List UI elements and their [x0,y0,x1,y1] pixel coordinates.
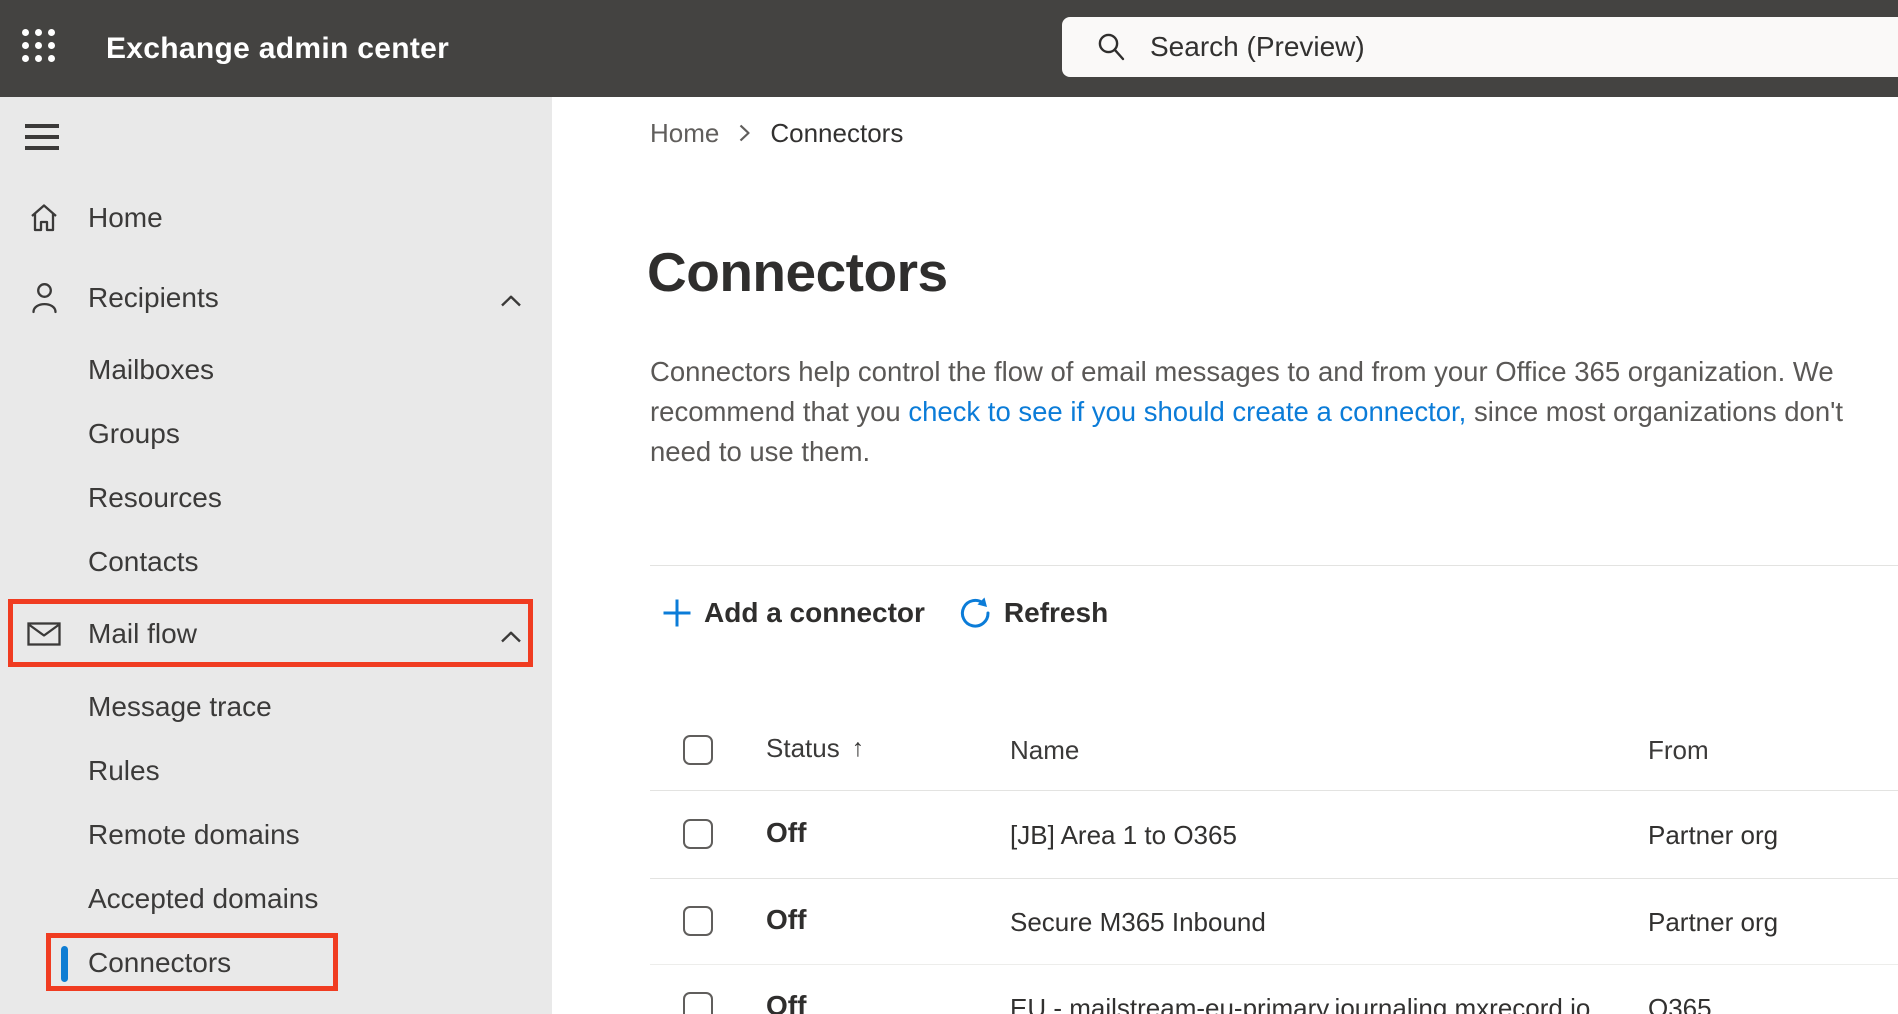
left-navigation: Home Recipients Mailboxes Groups Resourc… [0,97,552,1014]
description-line: Connectors help control the flow of emai… [650,356,1834,387]
column-header-from[interactable]: From [1648,735,1709,766]
chevron-up-icon[interactable] [500,618,522,650]
table-header-divider [650,790,1898,791]
refresh-button[interactable]: Refresh [958,596,1108,630]
selected-item-indicator [61,946,68,982]
breadcrumb: Home Connectors [650,117,903,149]
sidebar-item-accepted-domains[interactable]: Accepted domains [0,867,552,931]
description-line: need to use them. [650,436,871,467]
add-connector-label: Add a connector [704,597,925,628]
cell-status: Off [766,904,807,935]
sidebar-item-recipients[interactable]: Recipients [0,266,552,330]
app-title: Exchange admin center [106,31,450,65]
sidebar-item-message-trace[interactable]: Message trace [0,675,552,739]
cell-name: Secure M365 Inbound [1010,907,1266,937]
sidebar-item-remote-domains[interactable]: Remote domains [0,803,552,867]
breadcrumb-home-link[interactable]: Home [650,118,719,149]
command-bar: Add a connector Refresh [662,591,1108,635]
cell-name: [JB] Area 1 to O365 [1010,820,1237,850]
home-icon [27,202,61,234]
sidebar-item-label: Home [88,202,163,233]
sidebar-item-label: Groups [88,418,180,449]
sidebar-item-label: Remote domains [88,819,300,850]
create-connector-link[interactable]: check to see if you should create a conn… [908,396,1466,427]
cell-status: Off [766,990,807,1014]
chevron-up-icon[interactable] [500,282,522,314]
chevron-right-icon [738,123,751,143]
page-title: Connectors [647,241,948,303]
page-description: Connectors help control the flow of emai… [650,352,1843,472]
sidebar-item-mailboxes[interactable]: Mailboxes [0,338,552,402]
top-app-bar: Exchange admin center [0,0,1898,97]
app-launcher-waffle-icon[interactable] [22,29,61,68]
refresh-label: Refresh [1003,597,1109,628]
mail-icon [27,622,61,646]
sidebar-item-home[interactable]: Home [0,186,552,250]
person-icon [27,282,61,314]
sidebar-item-label: Accepted domains [88,883,319,914]
cell-from: Partner org [1648,820,1779,850]
sort-ascending-arrow: ↑ [851,734,865,762]
sidebar-item-label: Mailboxes [88,354,215,385]
row-checkbox[interactable] [683,819,713,849]
search-box[interactable] [1062,17,1898,77]
sidebar-item-label: Resources [88,482,222,513]
sidebar-item-groups[interactable]: Groups [0,402,552,466]
select-all-checkbox[interactable] [683,735,713,765]
breadcrumb-current: Connectors [770,117,904,148]
cell-from: Partner org [1648,907,1779,937]
toolbar-divider [650,565,1898,566]
add-connector-button[interactable]: Add a connector [662,597,925,629]
cell-name: EU - mailstream-eu-primary.journaling.mx… [1010,993,1591,1014]
sidebar-item-mail-flow[interactable]: Mail flow [0,602,552,666]
row-checkbox[interactable] [683,906,713,936]
sidebar-item-rules[interactable]: Rules [0,739,552,803]
column-header-name[interactable]: Name [1010,735,1079,766]
description-line: recommend that you check to see if you s… [650,396,1844,427]
row-divider [650,964,1898,965]
column-header-status[interactable]: Status ↑ [766,733,864,764]
search-icon [1098,33,1125,61]
sidebar-item-connectors[interactable]: Connectors [0,931,552,995]
row-divider [650,878,1898,879]
sidebar-item-label: Contacts [88,546,199,577]
sidebar-item-label: Connectors [88,947,232,978]
plus-icon [663,599,691,627]
sidebar-item-contacts[interactable]: Contacts [0,530,552,594]
cell-status: Off [766,817,807,848]
search-input[interactable] [1150,31,1750,63]
row-checkbox[interactable] [683,992,713,1014]
refresh-icon [960,597,990,628]
sidebar-item-label: Rules [88,755,160,786]
main-content: Home Connectors Connectors Connectors he… [552,97,1898,1014]
sidebar-item-label: Message trace [88,691,272,722]
sidebar-item-resources[interactable]: Resources [0,466,552,530]
cell-from: O365 [1648,993,1712,1014]
